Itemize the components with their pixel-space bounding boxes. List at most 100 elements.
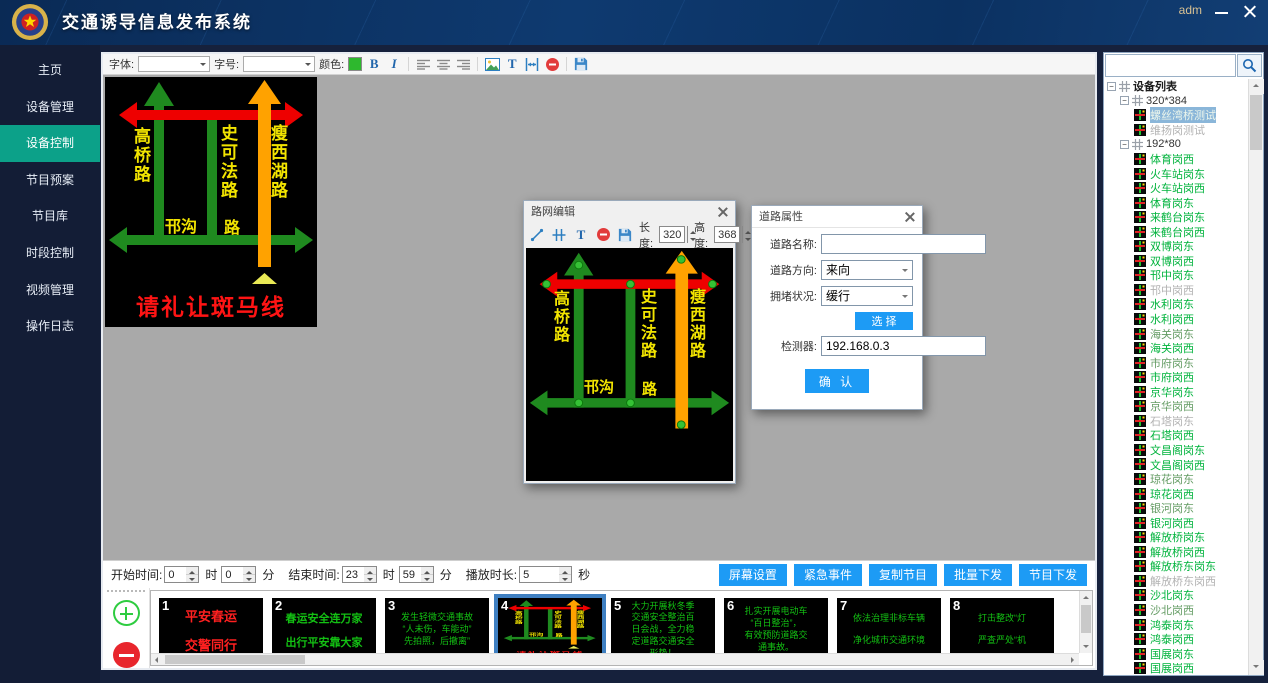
device-item[interactable]: 来鹤台岗东 <box>1104 210 1248 225</box>
program-thumb-3[interactable]: 发生轻微交通事故“人未伤，车能动”先拍照，后撤离”3 <box>385 598 489 661</box>
device-item[interactable]: 水利岗东 <box>1104 297 1248 312</box>
copy-program-button[interactable]: 复制节目 <box>869 564 937 586</box>
program-thumb-4[interactable]: 高桥路 史可法路 瘦西湖路 邗沟 路 请礼让斑马线 4 <box>498 598 602 661</box>
device-item[interactable]: 文昌阁岗西 <box>1104 457 1248 472</box>
editor-canvas[interactable]: 高桥路 史可法路 瘦西湖路 邗沟 路 请礼让斑马线 路网编辑 <box>103 75 1095 560</box>
scroll-left-icon[interactable] <box>151 654 164 666</box>
tree-scrollbar[interactable] <box>1248 79 1263 675</box>
delete-button[interactable] <box>544 56 560 73</box>
program-thumb-5[interactable]: 大力开展秋冬季交通安全整治百日会战，全力稳定道路交通安全形势！5 <box>611 598 715 661</box>
sidebar-item-device-control[interactable]: 设备控制 <box>0 125 100 162</box>
scroll-down-icon[interactable] <box>1080 640 1093 653</box>
scroll-right-icon[interactable] <box>1066 654 1079 666</box>
horizontal-scrollbar[interactable] <box>151 653 1079 665</box>
duration-spinner[interactable] <box>559 566 572 583</box>
program-send-button[interactable]: 节目下发 <box>1019 564 1087 586</box>
device-item[interactable]: 国展岗东 <box>1104 646 1248 661</box>
program-thumb-2[interactable]: 春运安全连万家出行平安靠大家2 <box>272 598 376 661</box>
roadnet-dialog-titlebar[interactable]: 路网编辑 <box>524 201 735 223</box>
device-item[interactable]: 文昌阁岗东 <box>1104 443 1248 458</box>
sidebar-item-program-plan[interactable]: 节目预案 <box>0 162 100 199</box>
font-select[interactable] <box>138 56 210 72</box>
program-thumb-1[interactable]: 平安春运交警同行1 <box>159 598 263 661</box>
close-icon[interactable] <box>904 211 915 222</box>
device-item[interactable]: 琼花岗西 <box>1104 486 1248 501</box>
device-item[interactable]: 琼花岗东 <box>1104 472 1248 487</box>
close-icon[interactable] <box>1242 3 1258 19</box>
minimize-icon[interactable] <box>1214 6 1230 20</box>
font-size-select[interactable] <box>243 56 315 72</box>
color-swatch[interactable] <box>348 57 362 71</box>
select-detector-button[interactable]: 选 择 <box>855 312 913 330</box>
sidebar-item-video-management[interactable]: 视频管理 <box>0 272 100 309</box>
roadnet-canvas[interactable]: 高桥路 史可法路 瘦西湖路 邗沟 路 <box>526 248 733 481</box>
device-item[interactable]: 京华岗东 <box>1104 384 1248 399</box>
device-search-input[interactable] <box>1105 54 1236 77</box>
road-tool-button[interactable] <box>551 226 567 243</box>
device-item[interactable]: 体育岗西 <box>1104 152 1248 167</box>
height-spinner[interactable] <box>742 226 743 243</box>
add-program-button[interactable] <box>113 600 140 626</box>
road-name-input[interactable] <box>821 234 986 254</box>
scroll-down-icon[interactable] <box>1249 660 1264 675</box>
batch-send-button[interactable]: 批量下发 <box>944 564 1012 586</box>
scroll-up-icon[interactable] <box>1080 591 1093 604</box>
spacing-tool-button[interactable] <box>524 56 540 73</box>
scrollbar-thumb[interactable] <box>165 655 305 664</box>
length-input[interactable]: 320 <box>659 226 685 243</box>
tree-group[interactable]: −192*80 <box>1104 137 1248 152</box>
align-center-button[interactable] <box>435 56 451 73</box>
insert-image-button[interactable] <box>484 56 500 73</box>
device-item[interactable]: 银河岗西 <box>1104 515 1248 530</box>
align-left-button[interactable] <box>415 56 431 73</box>
program-thumb-7[interactable]: 依法治理非标车辆净化城市交通环境7 <box>837 598 941 661</box>
sidebar-item-home[interactable]: 主页 <box>0 52 100 89</box>
road-direction-select[interactable]: 来向 <box>821 260 913 280</box>
sidebar-item-operation-log[interactable]: 操作日志 <box>0 308 100 345</box>
delete-button[interactable] <box>595 226 611 243</box>
end-hour-spinner[interactable] <box>364 566 377 583</box>
tree-root[interactable]: −设备列表 <box>1104 79 1248 94</box>
device-item[interactable]: 水利岗西 <box>1104 312 1248 327</box>
start-minute-spinner[interactable] <box>243 566 256 583</box>
device-item[interactable]: 沙北岗西 <box>1104 603 1248 618</box>
vertical-scrollbar[interactable] <box>1079 591 1092 653</box>
device-item[interactable]: 火车站岗东 <box>1104 166 1248 181</box>
device-item[interactable]: 解放桥东岗东 <box>1104 559 1248 574</box>
save-button[interactable] <box>573 56 589 73</box>
scrollbar-thumb[interactable] <box>1250 95 1262 150</box>
device-item[interactable]: 邗中岗西 <box>1104 283 1248 298</box>
device-item[interactable]: 市府岗西 <box>1104 370 1248 385</box>
program-thumb-8[interactable]: 打击整改“灯严查严处“机8 <box>950 598 1054 661</box>
save-button[interactable] <box>617 226 633 243</box>
screen-settings-button[interactable]: 屏幕设置 <box>719 564 787 586</box>
device-item[interactable]: 鸿泰岗东 <box>1104 617 1248 632</box>
device-item[interactable]: 海关岗西 <box>1104 341 1248 356</box>
device-item[interactable]: 双博岗西 <box>1104 254 1248 269</box>
device-item[interactable]: 沙北岗东 <box>1104 588 1248 603</box>
device-item[interactable]: 维扬岗测试 <box>1104 123 1248 138</box>
sign-display[interactable]: 高桥路 史可法路 瘦西湖路 邗沟 路 请礼让斑马线 <box>105 77 317 327</box>
search-button[interactable] <box>1237 54 1262 77</box>
device-item[interactable]: 银河岗东 <box>1104 501 1248 516</box>
device-item[interactable]: 鸿泰岗西 <box>1104 632 1248 647</box>
remove-program-button[interactable] <box>113 642 140 668</box>
confirm-button[interactable]: 确 认 <box>805 369 869 393</box>
tree-group[interactable]: −320*384 <box>1104 94 1248 109</box>
text-tool-button[interactable]: T <box>504 56 520 73</box>
device-item[interactable]: 解放桥岗西 <box>1104 545 1248 560</box>
end-minute-spinner[interactable] <box>421 566 434 583</box>
sidebar-item-time-control[interactable]: 时段控制 <box>0 235 100 272</box>
device-item[interactable]: 解放桥岗东 <box>1104 530 1248 545</box>
scrollbar-thumb[interactable] <box>1081 605 1091 633</box>
road-properties-titlebar[interactable]: 道路属性 <box>752 206 922 228</box>
detector-input[interactable] <box>821 336 986 356</box>
italic-button[interactable]: I <box>386 56 402 73</box>
device-item[interactable]: 双博岗东 <box>1104 239 1248 254</box>
device-item[interactable]: 体育岗东 <box>1104 195 1248 210</box>
tree-expander-icon[interactable]: − <box>1120 96 1129 105</box>
scroll-up-icon[interactable] <box>1249 79 1264 94</box>
device-item[interactable]: 火车站岗西 <box>1104 181 1248 196</box>
device-item[interactable]: 解放桥东岗西 <box>1104 574 1248 589</box>
device-item[interactable]: 螺丝湾桥测试 <box>1104 108 1248 123</box>
